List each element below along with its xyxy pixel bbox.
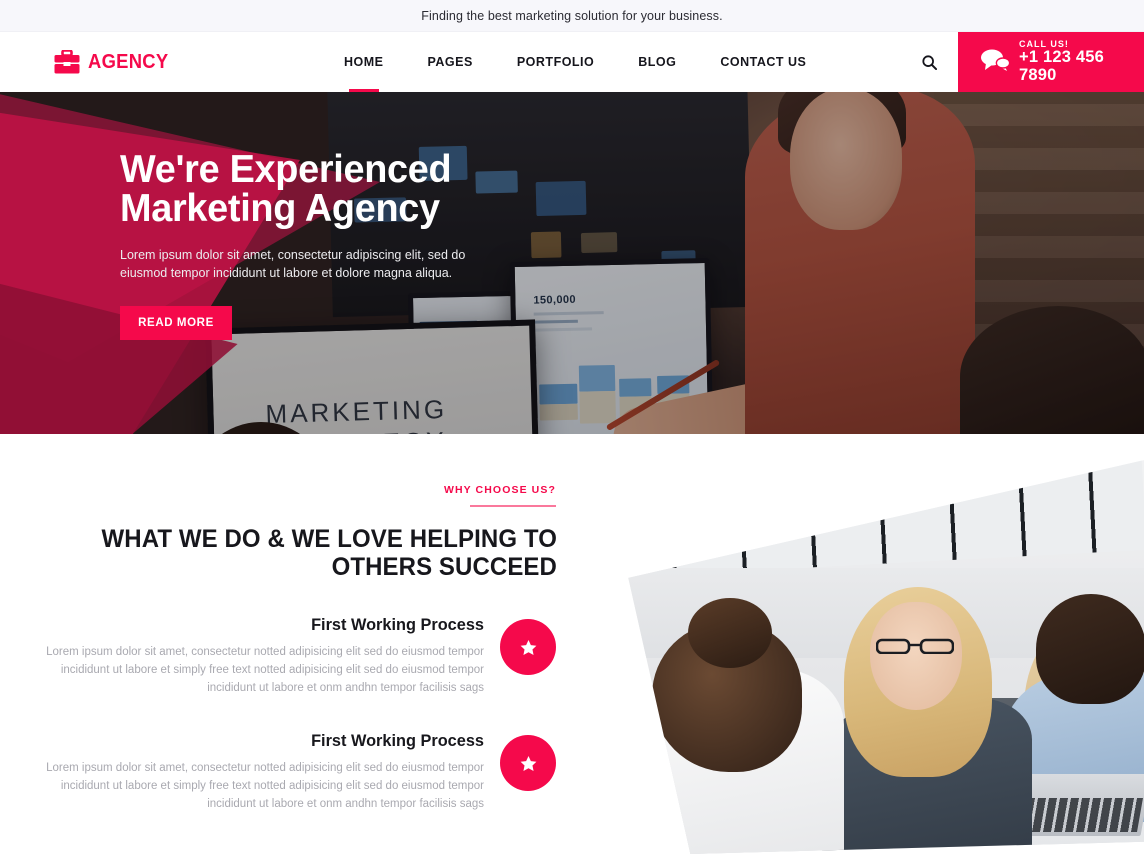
main-nav: HOME PAGES PORTFOLIO BLOG CONTACT US (322, 32, 828, 92)
hero-content: We're Experienced Marketing Agency Lorem… (120, 148, 640, 341)
feature-icon-circle[interactable] (500, 735, 556, 792)
search-icon (921, 54, 937, 70)
briefcase-icon (54, 49, 80, 74)
read-more-button[interactable]: READ MORE (120, 306, 232, 341)
feature-title: First Working Process (311, 731, 484, 751)
feature-description: Lorem ipsum dolor sit amet, consectetur … (46, 762, 484, 811)
site-header: AGENCY HOME PAGES PORTFOLIO BLOG CONTACT… (0, 32, 1144, 92)
why-office-photo (628, 460, 1144, 854)
office-ceiling-panels (628, 460, 1144, 579)
call-us-block[interactable]: CALL US! +1 123 456 7890 (958, 32, 1144, 92)
hero-section: 150,000 110,000 MARKETING STRATEGY MARKE… (0, 92, 1144, 434)
nav-item-blog[interactable]: BLOG (616, 32, 698, 92)
office-scene (628, 460, 1144, 854)
why-eyebrow: WHY CHOOSE US? (443, 484, 556, 496)
star-icon (520, 755, 536, 771)
logo[interactable]: AGENCY (54, 49, 304, 74)
office-person-hair-bun (688, 598, 772, 668)
feature-description: Lorem ipsum dolor sit amet, consectetur … (46, 646, 484, 694)
office-person-brown-hair (1036, 594, 1144, 704)
glasses-icon (875, 638, 955, 655)
logo-text: AGENCY (88, 50, 169, 73)
search-button[interactable] (900, 32, 958, 92)
office-person-blonde-face (870, 602, 962, 710)
hero-title: We're Experienced Marketing Agency (120, 148, 452, 230)
why-heading: WHAT WE DO & WE LOVE HELPING TO OTHERS S… (101, 525, 557, 581)
feature-item: First Working Process Lorem ipsum dolor … (0, 731, 580, 813)
feature-icon-circle[interactable] (500, 619, 556, 675)
hero-subtitle: Lorem ipsum dolor sit amet, consectetur … (120, 248, 466, 281)
chat-bubbles-icon (980, 48, 1011, 77)
nav-item-portfolio[interactable]: PORTFOLIO (495, 32, 616, 92)
feature-item: First Working Process Lorem ipsum dolor … (0, 615, 580, 697)
nav-item-home[interactable]: HOME (322, 32, 406, 92)
why-choose-us-section: WHY CHOOSE US? WHAT WE DO & WE LOVE HELP… (0, 434, 1144, 858)
why-text-column: WHY CHOOSE US? WHAT WE DO & WE LOVE HELP… (0, 434, 580, 814)
nav-item-contact-us[interactable]: CONTACT US (698, 32, 828, 92)
feature-title: First Working Process (311, 615, 484, 634)
announcement-text: Finding the best marketing solution for … (421, 8, 723, 23)
why-eyebrow-rule (470, 505, 556, 507)
announcement-bar: Finding the best marketing solution for … (0, 0, 1144, 32)
why-eyebrow-wrap: WHY CHOOSE US? (0, 434, 580, 507)
call-us-number: +1 123 456 7890 (1019, 48, 1105, 84)
star-icon (520, 639, 536, 655)
nav-item-pages[interactable]: PAGES (406, 32, 495, 92)
